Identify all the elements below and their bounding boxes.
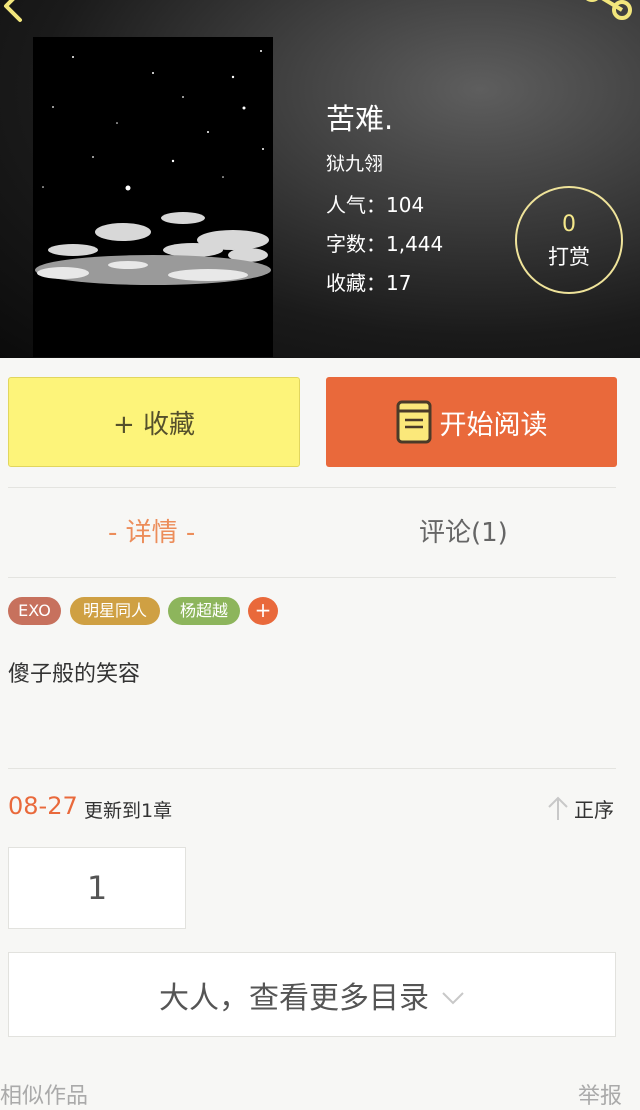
book-description: 傻子般的笑容 bbox=[8, 662, 141, 687]
favorites-stat: 收藏：17 bbox=[326, 271, 412, 295]
tip-label: 打赏 bbox=[548, 245, 590, 269]
word-count-stat: 字数：1,444 bbox=[326, 232, 444, 256]
start-reading-button[interactable]: 开始阅读 bbox=[326, 377, 617, 467]
sort-order-label: 正序 bbox=[574, 797, 614, 822]
book-icon bbox=[396, 400, 431, 444]
share-icon[interactable] bbox=[578, 0, 636, 28]
book-cover-image[interactable] bbox=[33, 37, 273, 357]
chapter-number: 1 bbox=[86, 869, 108, 907]
book-title: 苦难. bbox=[326, 102, 394, 136]
book-header: 苦难. 狱九翎 人气：104 字数：1,444 收藏：17 0 打赏 bbox=[0, 0, 640, 358]
collect-button[interactable]: + 收藏 bbox=[8, 377, 300, 467]
sort-order-button[interactable]: 正序 bbox=[546, 794, 614, 822]
chevron-down-icon bbox=[442, 991, 464, 1004]
tab-detail[interactable]: - 详情 - bbox=[108, 512, 195, 549]
add-tag-button[interactable]: + bbox=[248, 597, 278, 625]
tag-yang-chaoyue[interactable]: 杨超越 bbox=[168, 597, 240, 625]
collect-button-label: + 收藏 bbox=[112, 409, 196, 440]
similar-works-heading: 相似作品 bbox=[0, 1084, 89, 1109]
more-catalog-label: 大人，查看更多目录 bbox=[159, 980, 429, 1016]
tag-celebrity-fanfic[interactable]: 明星同人 bbox=[70, 597, 160, 625]
tag-exo[interactable]: EXO bbox=[8, 597, 61, 625]
divider bbox=[8, 768, 616, 769]
arrow-up-icon bbox=[548, 796, 568, 820]
tip-count: 0 bbox=[562, 212, 576, 237]
more-catalog-button[interactable]: 大人，查看更多目录 bbox=[8, 952, 616, 1037]
popularity-stat: 人气：104 bbox=[326, 193, 425, 217]
book-author[interactable]: 狱九翎 bbox=[326, 149, 383, 176]
tip-button[interactable]: 0 打赏 bbox=[515, 186, 623, 294]
divider bbox=[8, 577, 616, 578]
tab-comments[interactable]: 评论(1) bbox=[419, 512, 508, 549]
back-icon[interactable] bbox=[0, 0, 30, 26]
divider bbox=[8, 487, 616, 488]
report-link[interactable]: 举报 bbox=[578, 1078, 622, 1110]
update-status: 更新到1章 bbox=[84, 800, 173, 822]
start-reading-label: 开始阅读 bbox=[439, 409, 548, 441]
chapter-item[interactable]: 1 bbox=[8, 847, 186, 929]
update-date: 08-27 bbox=[8, 792, 78, 820]
